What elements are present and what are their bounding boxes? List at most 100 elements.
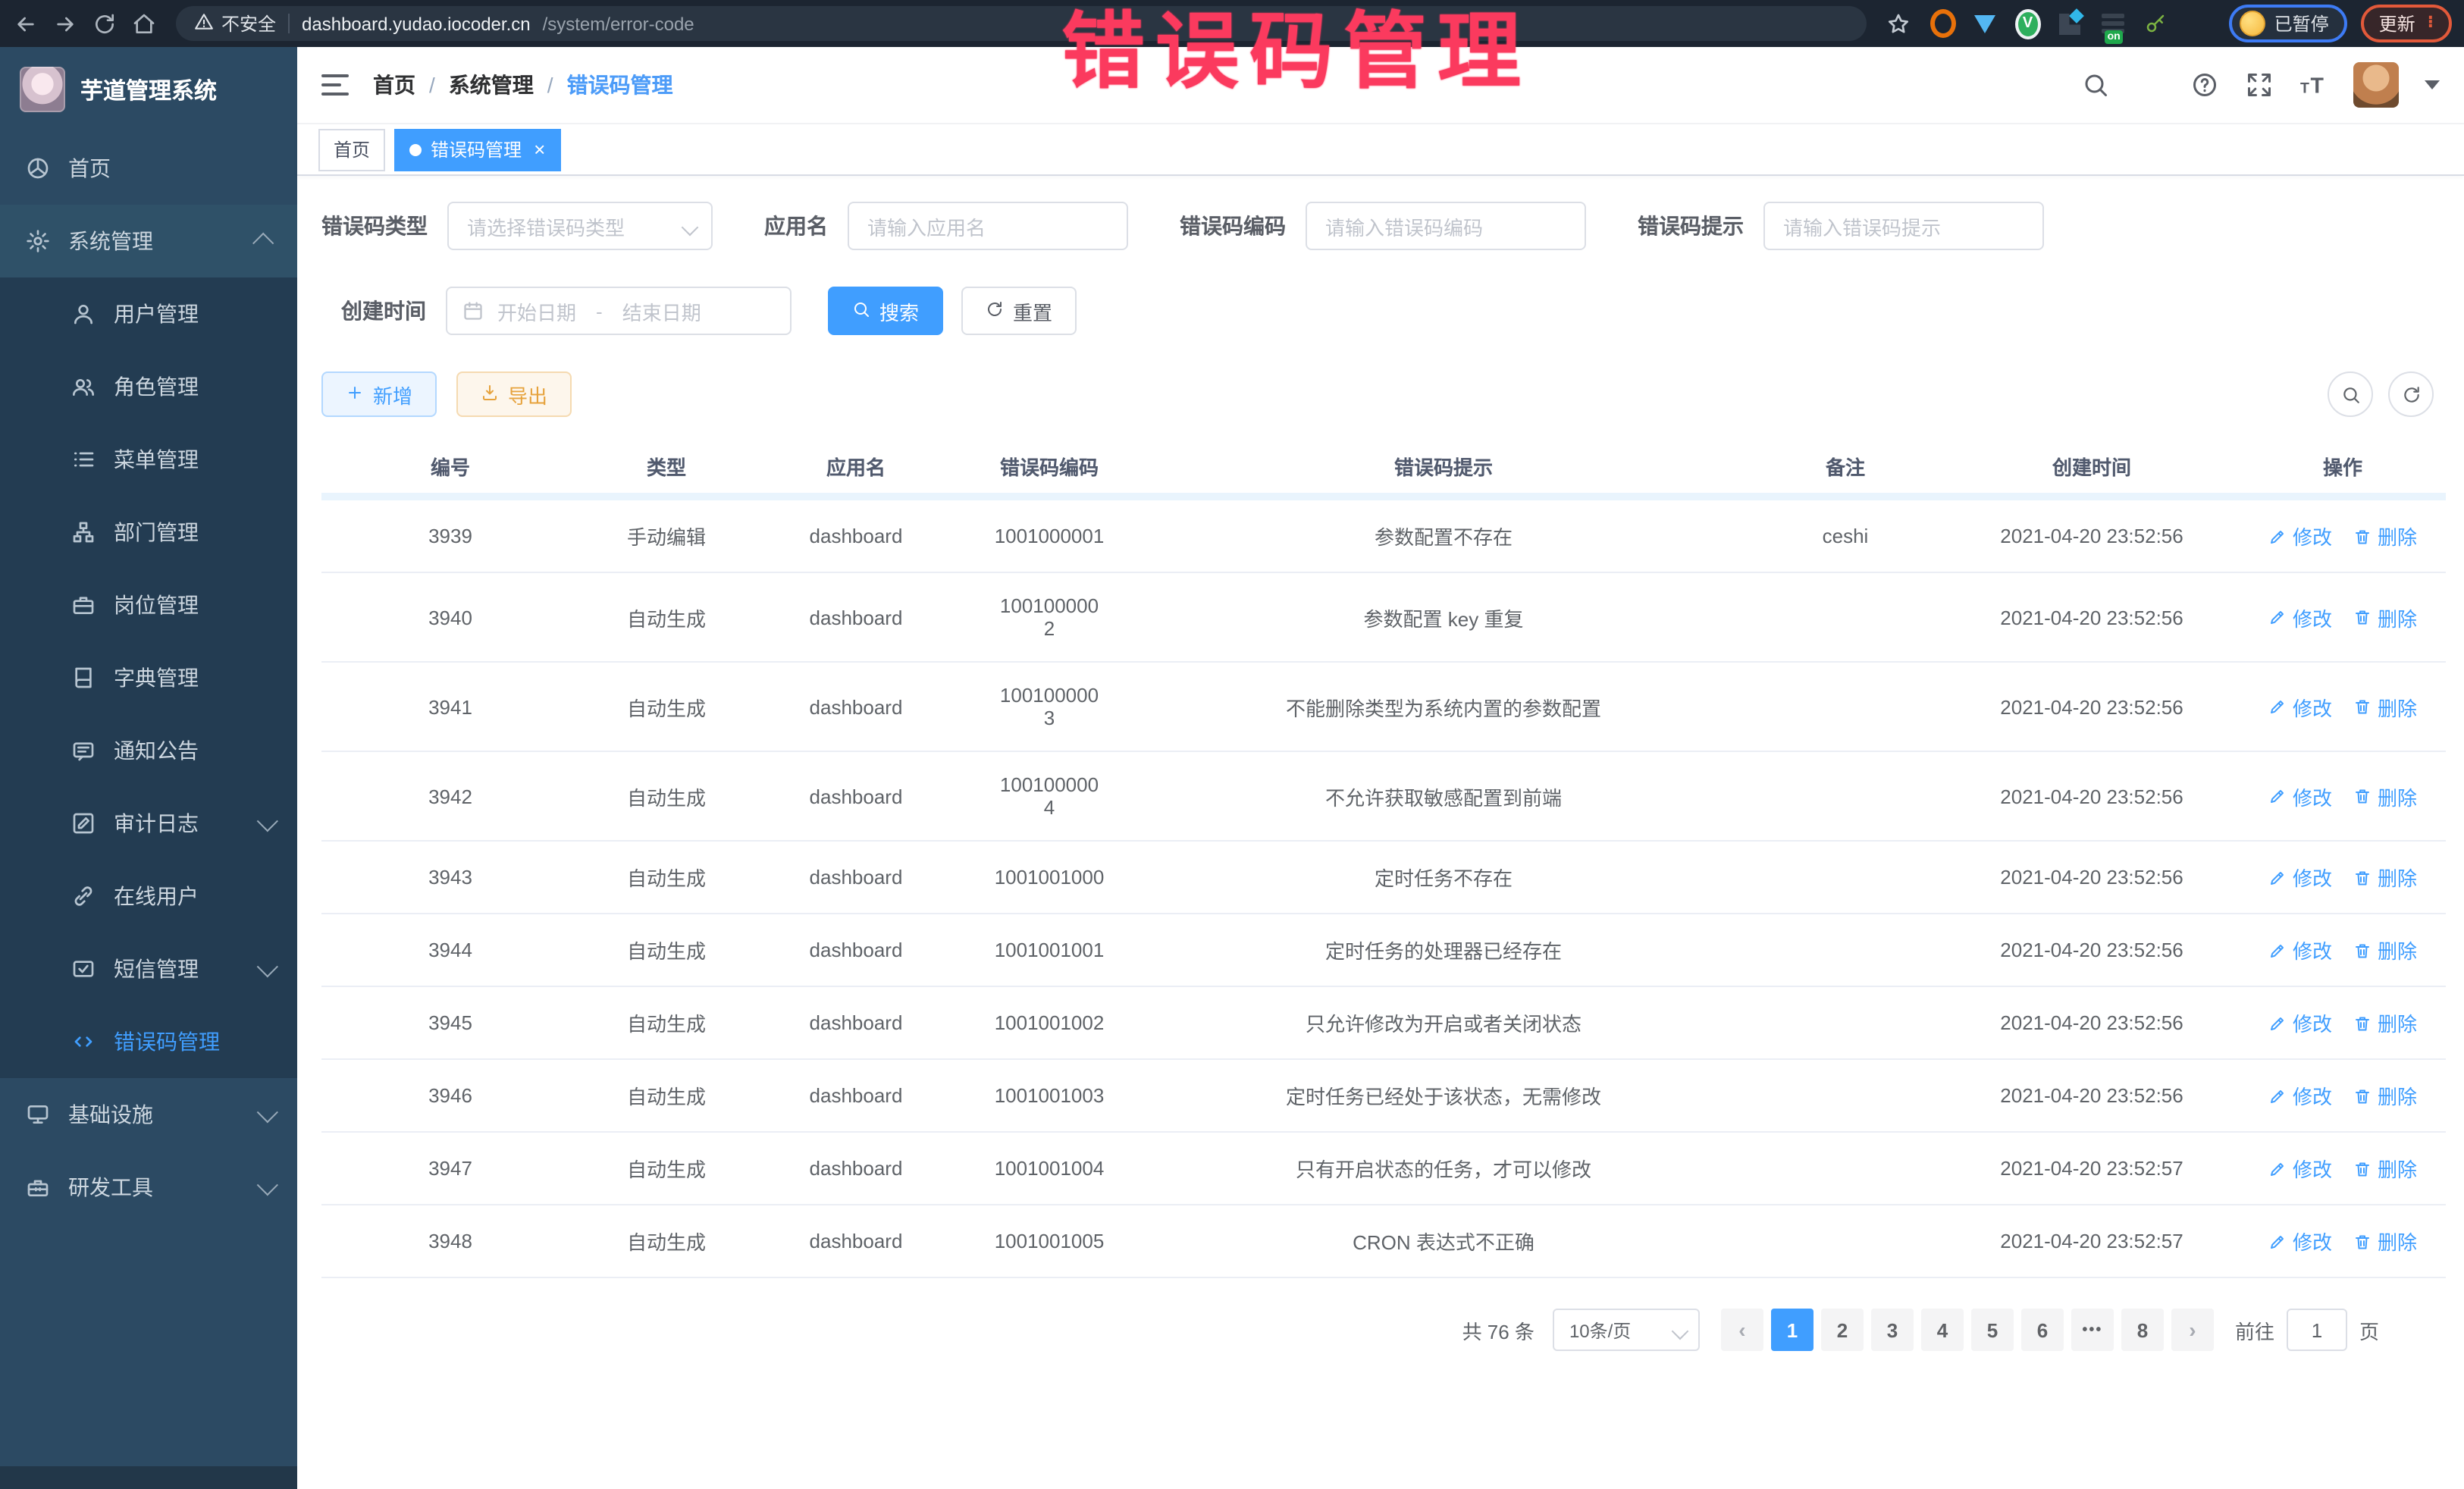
goto-page-input[interactable]: 1 [2287,1309,2347,1351]
page-button-1[interactable]: 1 [1771,1309,1814,1351]
delete-link[interactable]: 删除 [2353,1008,2417,1037]
tab-错误码管理[interactable]: 错误码管理× [394,128,560,171]
reset-button[interactable]: 重置 [961,287,1077,335]
page-ellipsis[interactable]: ••• [2071,1309,2114,1351]
delete-link[interactable]: 删除 [2353,936,2417,964]
page-button-5[interactable]: 5 [1971,1309,2014,1351]
trash-icon [2353,868,2372,886]
green-circle-icon[interactable]: V [2015,11,2041,36]
error-code-input[interactable]: 请输入错误码编码 [1306,202,1586,250]
page-size-select[interactable]: 10条/页 [1553,1309,1700,1351]
page-button-3[interactable]: 3 [1871,1309,1914,1351]
refresh-table-button[interactable] [2388,371,2434,417]
page-button-6[interactable]: 6 [2021,1309,2064,1351]
sidebar-item-错误码管理[interactable]: 错误码管理 [0,1005,297,1078]
next-page-button[interactable]: › [2171,1309,2214,1351]
add-button[interactable]: 新增 [321,371,437,417]
close-icon[interactable]: × [534,139,545,159]
back-icon[interactable] [12,11,38,36]
help-icon[interactable] [2190,71,2218,99]
chrome-menu-icon[interactable]: ⁝ [2428,18,2434,28]
update-label: 更新 [2379,11,2415,36]
sidebar-item-基础设施[interactable]: 基础设施 [0,1078,297,1151]
collapse-sidebar-icon[interactable] [321,74,349,96]
search-icon[interactable] [2080,71,2109,99]
breadcrumb-item-系统管理[interactable]: 系统管理 [449,70,534,100]
edit-link[interactable]: 修改 [2268,522,2332,550]
paused-label: 已暂停 [2274,11,2329,36]
sidebar-item-岗位管理[interactable]: 岗位管理 [0,569,297,641]
chrome-update-button[interactable]: 更新 ⁝ [2361,5,2452,42]
delete-link[interactable]: 删除 [2353,863,2417,892]
logo[interactable]: 芋道管理系统 [0,47,297,132]
export-button[interactable]: 导出 [456,371,572,417]
sidebar-item-菜单管理[interactable]: 菜单管理 [0,423,297,496]
font-size-icon[interactable]: TT [2299,71,2328,99]
squares-icon[interactable] [2058,11,2083,36]
delete-link[interactable]: 删除 [2353,782,2417,810]
sidebar-item-通知公告[interactable]: 通知公告 [0,714,297,787]
delete-link[interactable]: 删除 [2353,1081,2417,1110]
orange-ring-icon[interactable] [1930,11,1956,36]
sidebar-item-用户管理[interactable]: 用户管理 [0,277,297,350]
edit-link[interactable]: 修改 [2268,1227,2332,1255]
github-icon[interactable] [2135,71,2164,99]
edit-link[interactable]: 修改 [2268,936,2332,964]
briefcase-icon [70,592,96,618]
error-type-label: 错误码类型 [321,211,428,241]
create-time-range-picker[interactable]: 开始日期 - 结束日期 [446,287,792,335]
search-button[interactable]: 搜索 [828,287,943,335]
cell-actions: 修改删除 [2240,1132,2446,1205]
edit-link[interactable]: 修改 [2268,1154,2332,1183]
edit-link[interactable]: 修改 [2268,863,2332,892]
sidebar-item-首页[interactable]: 首页 [0,132,297,205]
page-button-8[interactable]: 8 [2121,1309,2164,1351]
delete-link[interactable]: 删除 [2353,522,2417,550]
column-header-备注: 备注 [1747,438,1944,497]
sidebar-item-在线用户[interactable]: 在线用户 [0,860,297,933]
app-name-input[interactable]: 请输入应用名 [848,202,1128,250]
blue-gem-icon[interactable] [1973,11,1998,36]
delete-link[interactable]: 删除 [2353,1154,2417,1183]
toggle-search-button[interactable] [2328,371,2373,417]
breadcrumb-item-错误码管理[interactable]: 错误码管理 [567,70,673,100]
caret-down-icon[interactable] [2425,80,2440,89]
not-secure-indicator[interactable]: 不安全 [194,11,276,36]
edit-link[interactable]: 修改 [2268,603,2332,632]
sidebar-item-系统管理[interactable]: 系统管理 [0,205,297,277]
extension-paused-pill[interactable]: 已暂停 [2229,5,2347,42]
edit-link[interactable]: 修改 [2268,782,2332,810]
bookmark-star-icon[interactable] [1886,11,1912,36]
reload-icon[interactable] [91,11,117,36]
sidebar-item-角色管理[interactable]: 角色管理 [0,350,297,423]
sidebar-collapse-bar[interactable] [0,1466,297,1489]
edit-link[interactable]: 修改 [2268,692,2332,721]
tab-首页[interactable]: 首页 [318,128,385,171]
delete-link[interactable]: 删除 [2353,603,2417,632]
delete-link[interactable]: 删除 [2353,692,2417,721]
delete-link[interactable]: 删除 [2353,1227,2417,1255]
error-msg-input[interactable]: 请输入错误码提示 [1763,202,2044,250]
error-type-select[interactable]: 请选择错误码类型 [447,202,713,250]
page-button-2[interactable]: 2 [1821,1309,1864,1351]
sidebar-item-审计日志[interactable]: 审计日志 [0,787,297,860]
edit-link[interactable]: 修改 [2268,1008,2332,1037]
cell-app: dashboard [754,662,958,751]
list-on-icon[interactable]: on [2100,11,2126,36]
user-avatar[interactable] [2353,62,2399,108]
page-button-4[interactable]: 4 [1921,1309,1964,1351]
sidebar-item-研发工具[interactable]: 研发工具 [0,1151,297,1224]
sidebar-item-字典管理[interactable]: 字典管理 [0,641,297,714]
breadcrumb-item-首页[interactable]: 首页 [373,70,415,100]
address-bar[interactable]: 不安全 dashboard.yudao.iocoder.cn/system/er… [176,6,1867,41]
puzzle-icon[interactable] [2185,11,2211,36]
sidebar-item-部门管理[interactable]: 部门管理 [0,496,297,569]
green-key-icon[interactable] [2143,11,2168,36]
prev-page-button[interactable]: ‹ [1721,1309,1763,1351]
fullscreen-icon[interactable] [2244,71,2273,99]
breadcrumb-separator: / [547,73,553,97]
home-icon[interactable] [130,11,156,36]
forward-icon[interactable] [52,11,77,36]
sidebar-item-短信管理[interactable]: 短信管理 [0,933,297,1005]
edit-link[interactable]: 修改 [2268,1081,2332,1110]
